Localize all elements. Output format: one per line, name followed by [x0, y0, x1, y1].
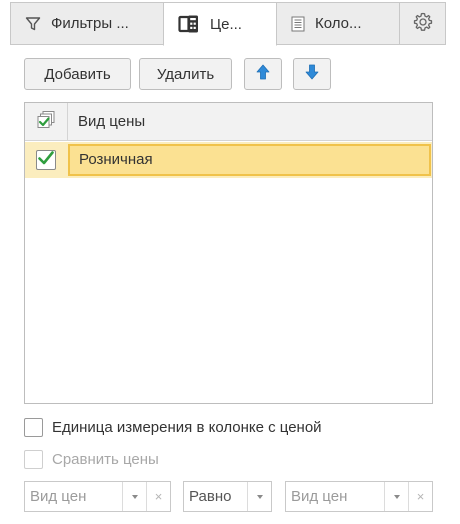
row-price-type-cell[interactable]: Розничная: [68, 144, 431, 176]
tab-prices[interactable]: Це...: [163, 2, 277, 46]
unit-in-price-column-label: Единица измерения в колонке с ценой: [52, 418, 322, 436]
condition-select[interactable]: Равно: [183, 481, 272, 512]
compare-prices-option: Сравнить цены: [24, 449, 159, 469]
chevron-down-icon: [393, 494, 400, 499]
columns-icon: [291, 16, 305, 32]
checkmark-icon: [38, 151, 54, 169]
compare-prices-label: Сравнить цены: [52, 450, 159, 468]
price-type-field-2-dropdown[interactable]: [384, 482, 408, 511]
condition-select-value[interactable]: Равно: [184, 482, 247, 511]
column-header-price-type[interactable]: Вид цены: [78, 103, 145, 140]
price-type-field-2-value[interactable]: Вид цен: [286, 482, 384, 511]
table-row[interactable]: Розничная: [25, 142, 432, 178]
move-down-button[interactable]: [293, 58, 331, 90]
compare-prices-checkbox: [24, 449, 43, 469]
close-icon: ×: [154, 489, 163, 504]
add-button[interactable]: Добавить: [24, 58, 131, 90]
check-all-button[interactable]: [25, 103, 68, 140]
tab-columns-label: Коло...: [315, 15, 362, 32]
table-header: Вид цены: [25, 103, 432, 141]
row-checkbox[interactable]: [36, 150, 56, 170]
condition-select-dropdown[interactable]: [247, 482, 271, 511]
tab-bar: Фильтры ... Це... Коло...: [10, 2, 446, 46]
unit-in-price-column-option[interactable]: Единица измерения в колонке с ценой: [24, 417, 322, 437]
price-type-field-2-clear[interactable]: ×: [408, 482, 432, 511]
filter-icon: [25, 16, 41, 32]
price-type-field-1[interactable]: Вид цен ×: [24, 481, 171, 512]
tab-filters-label: Фильтры ...: [51, 15, 129, 32]
price-types-table[interactable]: Вид цены Розничная: [24, 102, 433, 404]
price-type-field-1-value[interactable]: Вид цен: [25, 482, 122, 511]
tab-prices-label: Це...: [210, 15, 242, 33]
price-type-field-2[interactable]: Вид цен ×: [285, 481, 433, 512]
price-type-field-1-dropdown[interactable]: [122, 482, 146, 511]
unit-in-price-column-checkbox[interactable]: [24, 417, 43, 437]
tab-columns[interactable]: Коло...: [276, 2, 400, 45]
price-list-icon: [178, 14, 200, 34]
tab-settings[interactable]: [399, 2, 446, 45]
arrow-up-icon: [256, 64, 270, 84]
tab-filters[interactable]: Фильтры ...: [10, 2, 164, 45]
chevron-down-icon: [131, 494, 138, 499]
price-type-field-1-clear[interactable]: ×: [146, 482, 170, 511]
arrow-down-icon: [305, 64, 319, 84]
chevron-down-icon: [256, 494, 263, 499]
check-all-icon: [36, 110, 56, 134]
gear-icon: [413, 12, 433, 36]
move-up-button[interactable]: [244, 58, 282, 90]
delete-button[interactable]: Удалить: [139, 58, 232, 90]
close-icon: ×: [416, 489, 425, 504]
